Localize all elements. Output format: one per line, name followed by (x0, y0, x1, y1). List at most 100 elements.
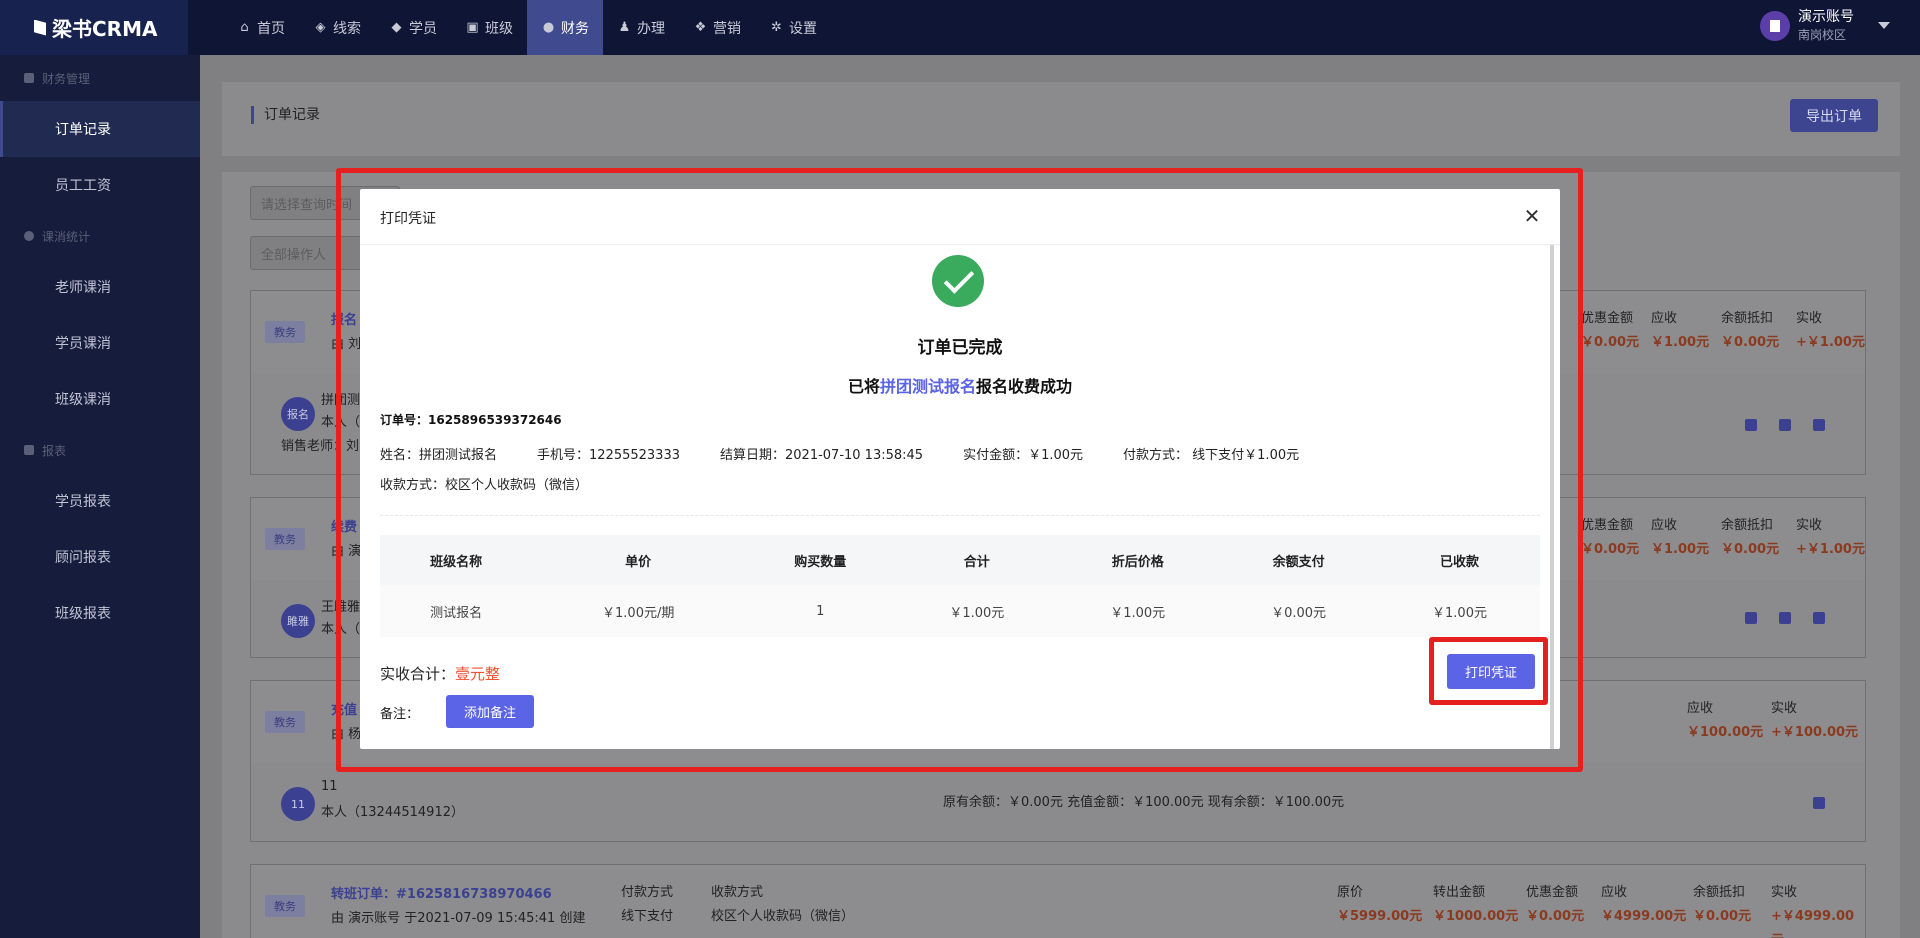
document-icon[interactable] (1779, 419, 1791, 431)
add-note-button[interactable]: 添加备注 (446, 695, 534, 728)
order-tag: 教务 (265, 321, 305, 343)
pie-icon (24, 231, 34, 241)
total-received: 实收合计：壹元整 (380, 665, 501, 683)
student-contact: 本人（13244514912） (321, 805, 464, 820)
order-tag: 教务 (265, 895, 305, 917)
order-complete-text: 订单已完成 (917, 338, 1003, 358)
money-bag-icon: ● (542, 20, 555, 35)
order-creator: 由 演示账号 于2021-07-09 15:45:41 创建 (331, 911, 586, 926)
user-icon[interactable] (1813, 612, 1825, 624)
annotation-highlight-box (1429, 637, 1548, 705)
home-icon: ⌂ (240, 20, 249, 35)
sidebar-item-student-report[interactable]: 学员报表 (0, 473, 200, 529)
dialog-title: 打印凭证 (380, 211, 436, 227)
gear-icon: ✲ (771, 20, 782, 35)
avatar (1760, 10, 1790, 41)
board-icon: ▣ (466, 20, 479, 35)
nav-handle[interactable]: ♟ 办理 (603, 0, 679, 55)
print-receipt-dialog: 打印凭证 ✕ 订单已完成 已将拼团测试报名报名收费成功 订单号：16258965… (360, 189, 1560, 749)
page-title: 订单记录 (251, 106, 320, 124)
dialog-scrollbar[interactable] (1550, 245, 1554, 749)
logo-text: 梁书CRMA (52, 17, 158, 41)
table-header-row: 班级名称 单价 购买数量 合计 折后价格 余额支付 已收款 (380, 535, 1540, 585)
order-card: 教务 转班订单：#1625816738970466 由 演示账号 于2021-0… (250, 864, 1866, 938)
info-receipt-method: 收款方式：校区个人收款码（微信） (380, 478, 589, 493)
user-icon[interactable] (1813, 419, 1825, 431)
order-tag: 教务 (265, 711, 305, 733)
sidebar-item-salary[interactable]: 员工工资 (0, 157, 200, 213)
nav-leads[interactable]: ◈ 线索 (299, 0, 375, 55)
table-cell: 测试报名 (380, 585, 533, 637)
column-header: 单价 (532, 535, 745, 585)
top-nav-bar: 梁书CRMA ⌂ 首页 ◈ 线索 ◆ 学员 ▣ 班级 ● 财务 ♟ 办理 ❖ 营销 ✲ 设置 演… (0, 0, 1920, 55)
nav-marketing[interactable]: ❖ 营销 (679, 0, 755, 55)
order-title[interactable]: 转班订单：#1625816738970466 (331, 883, 552, 902)
app-logo[interactable]: 梁书CRMA (0, 0, 188, 55)
user-menu[interactable]: 演示账号 南岗校区 (1760, 8, 1890, 43)
order-info: 姓名：拼团测试报名 手机号：12255523333 结算日期：2021-07-1… (380, 441, 1540, 501)
page-header: 订单记录 导出订单 (222, 82, 1900, 156)
user-name: 演示账号 (1798, 9, 1854, 25)
info-paid-amount: 实付金额：￥1.00元 (963, 448, 1084, 463)
document-icon (1770, 19, 1780, 32)
logo-icon (34, 19, 46, 36)
sidebar-group-reports: 报表 (0, 427, 200, 473)
nav-home[interactable]: ⌂ 首页 (223, 0, 299, 55)
hand-icon[interactable] (1779, 612, 1791, 624)
order-number: 订单号：1625896539372646 (380, 413, 562, 427)
note-label: 备注： (380, 707, 420, 722)
chevron-down-icon[interactable] (1878, 22, 1890, 29)
sidebar-group-finance: 财务管理 (0, 55, 200, 101)
sidebar-item-student-course[interactable]: 学员课消 (0, 315, 200, 371)
chart-icon (24, 445, 34, 455)
sidebar-item-teacher-course[interactable]: 老师课消 (0, 259, 200, 315)
success-check-icon (932, 255, 984, 307)
info-settle-date: 结算日期：2021-07-10 13:58:45 (720, 448, 924, 463)
student-link[interactable]: 拼团测试报名 (880, 377, 976, 396)
nav-classes[interactable]: ▣ 班级 (451, 0, 527, 55)
user-campus: 南岗校区 (1798, 28, 1847, 42)
close-icon[interactable]: ✕ (1522, 206, 1542, 226)
sidebar-item-orders[interactable]: 订单记录 (0, 101, 200, 157)
info-payment-method: 付款方式： 线下支付￥1.00元 (1123, 448, 1300, 463)
total-amount-words: 壹元整 (455, 665, 501, 683)
student-name: 11 (321, 779, 338, 794)
sidebar-item-advisor-report[interactable]: 顾问报表 (0, 529, 200, 585)
export-orders-button[interactable]: 导出订单 (1790, 99, 1878, 132)
sidebar-item-class-report[interactable]: 班级报表 (0, 585, 200, 641)
print-icon[interactable] (1813, 797, 1825, 809)
table-cell: ￥1.00元 (1379, 585, 1540, 637)
person-icon: ♟ (618, 20, 631, 35)
success-message: 已将拼团测试报名报名收费成功 (847, 377, 1073, 396)
order-tag: 教务 (265, 528, 305, 550)
dialog-header: 打印凭证 ✕ (360, 189, 1560, 245)
print-icon[interactable] (1745, 612, 1757, 624)
apps-icon: ❖ (694, 20, 707, 35)
table-cell: ￥1.00元 (1057, 585, 1219, 637)
student-avatar: 11 (281, 787, 315, 821)
graduation-cap-icon: ◆ (391, 20, 402, 35)
student-avatar: 雎雅 (281, 604, 315, 638)
wallet-icon (24, 73, 34, 83)
column-header: 合计 (896, 535, 1058, 585)
balance-summary: 原有余额：￥0.00元 充值金额：￥100.00元 现有余额：￥100.00元 (943, 795, 1345, 810)
nav-settings[interactable]: ✲ 设置 (755, 0, 831, 55)
main-nav: ⌂ 首页 ◈ 线索 ◆ 学员 ▣ 班级 ● 财务 ♟ 办理 ❖ 营销 ✲ 设置 (223, 0, 831, 55)
divider (380, 515, 1540, 516)
nav-finance[interactable]: ● 财务 (527, 0, 603, 55)
column-header: 购买数量 (744, 535, 897, 585)
order-items-table: 班级名称 单价 购买数量 合计 折后价格 余额支付 已收款 测试报名 ￥1.00… (380, 535, 1540, 637)
table-cell: ￥1.00元/期 (532, 585, 745, 637)
info-name: 姓名：拼团测试报名 (380, 448, 498, 463)
table-cell: 1 (744, 585, 897, 637)
shield-icon: ◈ (315, 20, 326, 35)
column-header: 折后价格 (1057, 535, 1219, 585)
print-icon[interactable] (1745, 419, 1757, 431)
nav-students[interactable]: ◆ 学员 (375, 0, 451, 55)
info-phone: 手机号：12255523333 (537, 448, 680, 463)
table-row: 测试报名 ￥1.00元/期 1 ￥1.00元 ￥1.00元 ￥0.00元 ￥1.… (380, 585, 1540, 637)
table-cell: ￥0.00元 (1218, 585, 1380, 637)
student-avatar: 报名 (281, 397, 315, 431)
sidebar: 财务管理 订单记录 员工工资 课消统计 老师课消 学员课消 班级课消 报表 学员… (0, 55, 200, 938)
sidebar-item-class-course[interactable]: 班级课消 (0, 371, 200, 427)
